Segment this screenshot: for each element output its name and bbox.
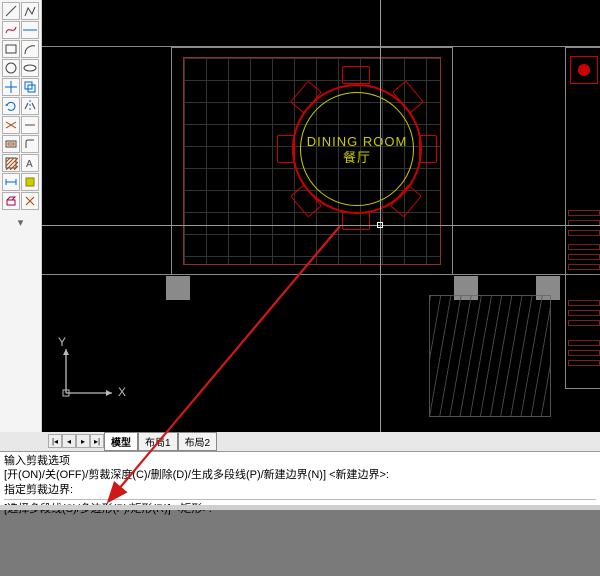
command-history-line: [开(ON)/关(OFF)/剪裁深度(C)/删除(D)/生成多段线(P)/新建边…	[4, 468, 596, 482]
crosshair-vertical	[380, 0, 381, 432]
rect-icon[interactable]	[2, 40, 20, 58]
chair	[419, 135, 437, 163]
tool-palette: A	[2, 2, 39, 210]
command-history-line: 输入剪裁选项	[4, 454, 596, 468]
arc-icon[interactable]	[21, 40, 39, 58]
dining-table-label: DINING ROOM 餐厅	[294, 134, 420, 167]
erase-icon[interactable]	[2, 192, 20, 210]
chair	[342, 66, 370, 84]
crosshair-horizontal	[42, 225, 600, 226]
extend-icon[interactable]	[21, 116, 39, 134]
dim-icon[interactable]	[2, 173, 20, 191]
wall-line	[42, 274, 600, 275]
fixture-dot-icon	[578, 64, 590, 76]
svg-text:A: A	[26, 159, 33, 170]
mirror-icon[interactable]	[21, 97, 39, 115]
label-en: DINING ROOM	[294, 134, 420, 150]
offset-icon[interactable]	[2, 135, 20, 153]
chair	[277, 135, 295, 163]
rotate-icon[interactable]	[2, 97, 20, 115]
command-window[interactable]: 输入剪裁选项 [开(ON)/关(OFF)/剪裁深度(C)/删除(D)/生成多段线…	[0, 451, 600, 505]
tab-last-icon[interactable]: ▸|	[90, 434, 104, 448]
wall-line	[42, 46, 600, 47]
tab-prev-icon[interactable]: ◂	[62, 434, 76, 448]
left-toolbar: A ▾	[0, 0, 42, 432]
toolbar-collapse-icon[interactable]: ▾	[2, 216, 39, 229]
explode-icon[interactable]	[21, 192, 39, 210]
side-hatch-lines	[564, 210, 600, 410]
hatch-icon[interactable]	[2, 154, 20, 172]
xline-icon[interactable]	[21, 21, 39, 39]
ucs-icon: X Y	[56, 335, 136, 418]
polyline-icon[interactable]	[21, 2, 39, 20]
fillet-icon[interactable]	[21, 135, 39, 153]
sheet-tab-bar: |◂ ◂ ▸ ▸| 模型 布局1 布局2	[48, 432, 217, 450]
trim-icon[interactable]	[2, 116, 20, 134]
ucs-x-label: X	[118, 385, 126, 399]
label-cn: 餐厅	[294, 150, 420, 166]
app-window: A ▾ DINING ROOM 餐厅	[0, 0, 600, 510]
tab-layout2[interactable]: 布局2	[178, 432, 218, 451]
line-icon[interactable]	[2, 2, 20, 20]
block-icon[interactable]	[21, 173, 39, 191]
tab-first-icon[interactable]: |◂	[48, 434, 62, 448]
tab-model[interactable]: 模型	[104, 432, 138, 451]
status-bar	[0, 505, 600, 510]
hatched-panel	[430, 296, 550, 416]
ucs-y-label: Y	[58, 335, 66, 349]
pick-box	[377, 222, 383, 228]
command-history-line: 指定剪裁边界:	[4, 483, 596, 497]
tab-layout1[interactable]: 布局1	[138, 432, 178, 451]
move-icon[interactable]	[2, 78, 20, 96]
copy-icon[interactable]	[21, 78, 39, 96]
ellipse-icon[interactable]	[21, 59, 39, 77]
tab-next-icon[interactable]: ▸	[76, 434, 90, 448]
circle-icon[interactable]	[2, 59, 20, 77]
text-icon[interactable]: A	[21, 154, 39, 172]
spline-icon[interactable]	[2, 21, 20, 39]
side-fixture	[570, 56, 598, 84]
chair	[342, 212, 370, 230]
pillar	[166, 276, 190, 300]
model-viewport[interactable]: DINING ROOM 餐厅	[42, 0, 600, 432]
drawing-canvas[interactable]: DINING ROOM 餐厅	[42, 0, 600, 432]
